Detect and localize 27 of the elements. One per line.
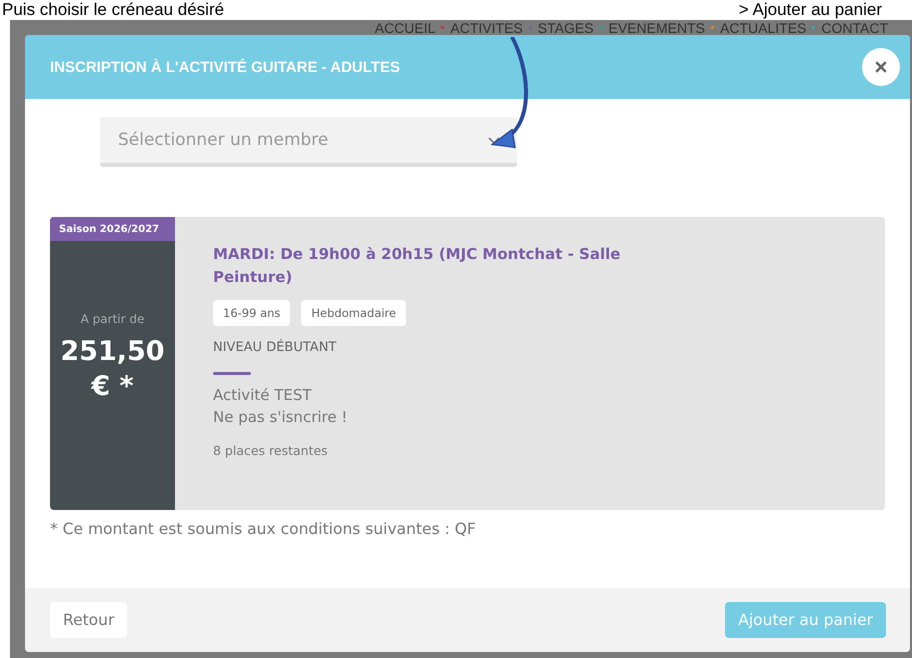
caption-text: > Ajouter au panier [738, 0, 882, 20]
close-icon [875, 61, 887, 73]
close-button[interactable] [862, 48, 900, 86]
modal-title: INSCRIPTION À L'ACTIVITÉ GUITARE - ADULTES [50, 58, 400, 76]
price-prefix: A partir de [80, 312, 144, 326]
nav-link[interactable]: ACTIVITES [450, 20, 523, 36]
back-button[interactable]: Retour [50, 602, 128, 638]
nav-link[interactable]: STAGES [538, 20, 594, 36]
nav-link[interactable]: ACCUEIL [374, 20, 436, 36]
slot-title: MARDI: De 19h00 à 20h15 (MJC Montchat - Salle Peinture) [213, 244, 622, 288]
level-text: NIVEAU DÉBUTANT [213, 340, 336, 355]
tag-badge: Hebdomadaire [301, 300, 406, 326]
nav-link[interactable]: EVENEMENTS [608, 20, 706, 36]
caption-text: Puis choisir le créneau désiré [2, 0, 224, 20]
description-line: Activité TEST [213, 385, 313, 406]
season-badge: Saison 2026/2027 [50, 217, 175, 241]
tag-badge: 16-99 ans [213, 300, 290, 326]
description-line: Ne pas s'isncrire ! [213, 406, 348, 428]
places-remaining: 8 places restantes [213, 442, 328, 458]
member-select[interactable]: Sélectionner un membre [100, 117, 517, 167]
nav-link[interactable]: ACTUALITES [720, 20, 806, 36]
add-to-cart-button[interactable]: Ajouter au panier [725, 602, 886, 638]
chevron-down-icon [487, 135, 501, 145]
slot-card[interactable]: Saison 2026/2027 A partir de 251,50 € * MARDI: De 19h00 à 20h15 (MJC Montchat - Salle Peinture) 16-99 ans Hebdomadaire NIVEAU DÉBUTANT Activité TEST Ne pas s'isncrire ! 8 places restantes [50, 217, 885, 510]
footnote-text: * Ce montant est soumis aux conditions suivantes : QF [50, 520, 477, 538]
price-text: 251,50 € * [59, 334, 166, 404]
nav-link[interactable]: CONTACT [821, 20, 888, 36]
